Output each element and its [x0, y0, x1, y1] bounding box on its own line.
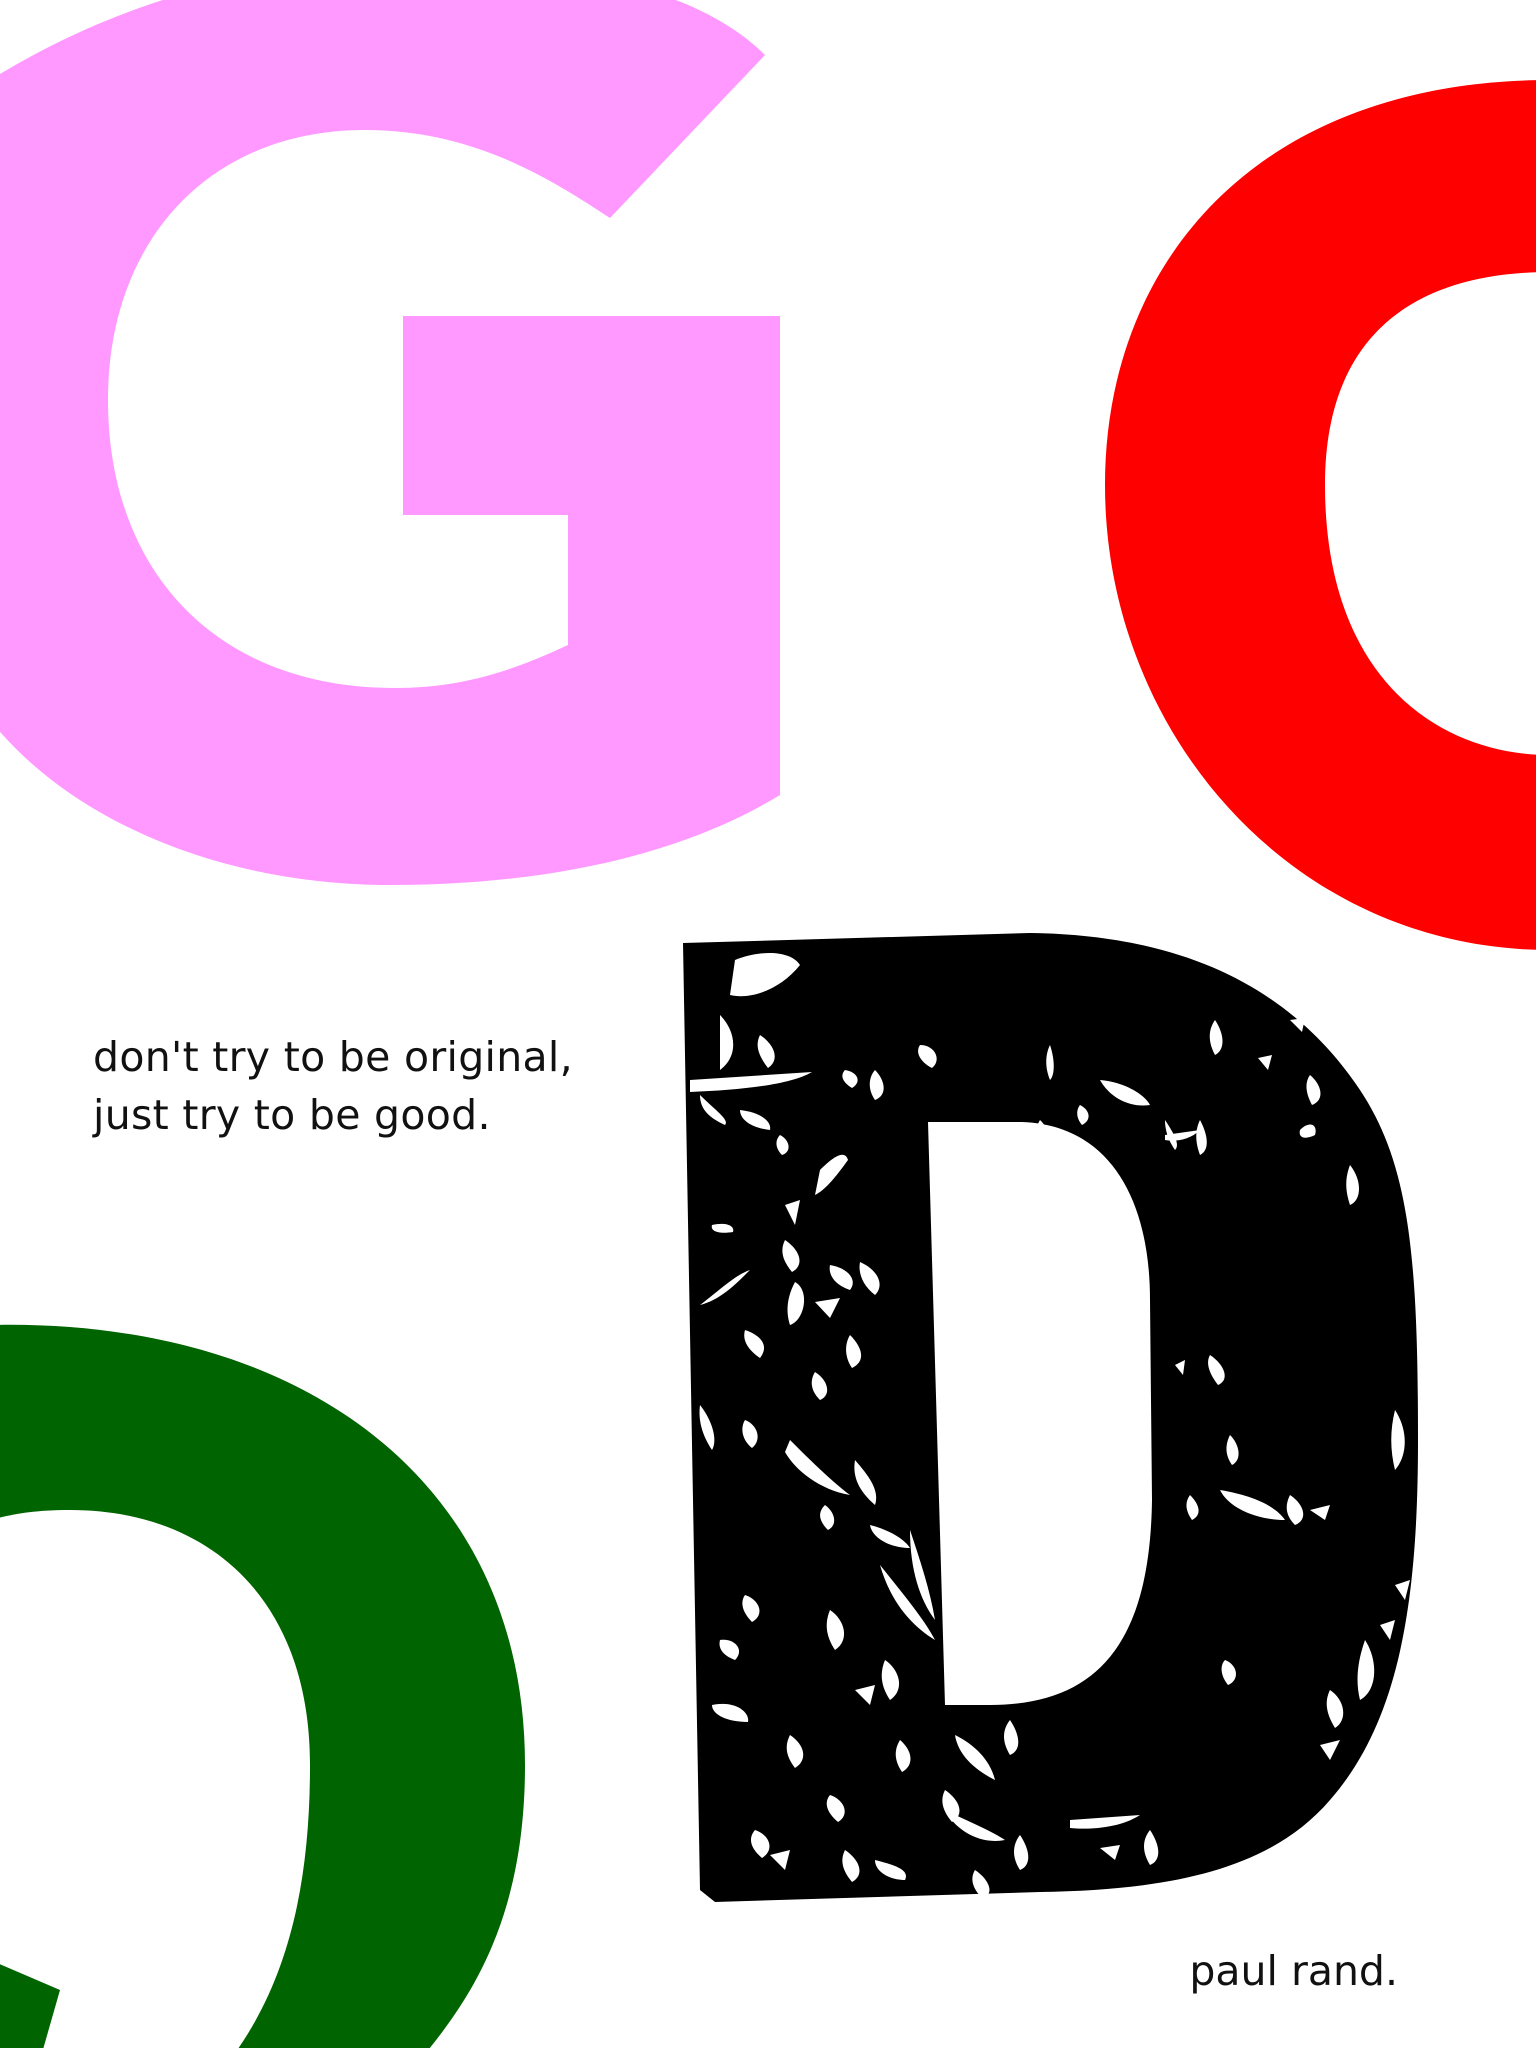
quote-line-1: don't try to be original,	[93, 1033, 573, 1081]
author-attribution: paul rand.	[1189, 1947, 1398, 1995]
quote: don't try to be original, just try to be…	[93, 1028, 573, 1144]
letter-o-bottom	[0, 1324, 525, 2048]
letter-o-top	[1105, 80, 1536, 950]
letter-g	[0, 0, 780, 885]
quote-line-2: just try to be good.	[93, 1091, 491, 1139]
letter-d	[683, 933, 1418, 1902]
poster-artwork	[0, 0, 1536, 2048]
